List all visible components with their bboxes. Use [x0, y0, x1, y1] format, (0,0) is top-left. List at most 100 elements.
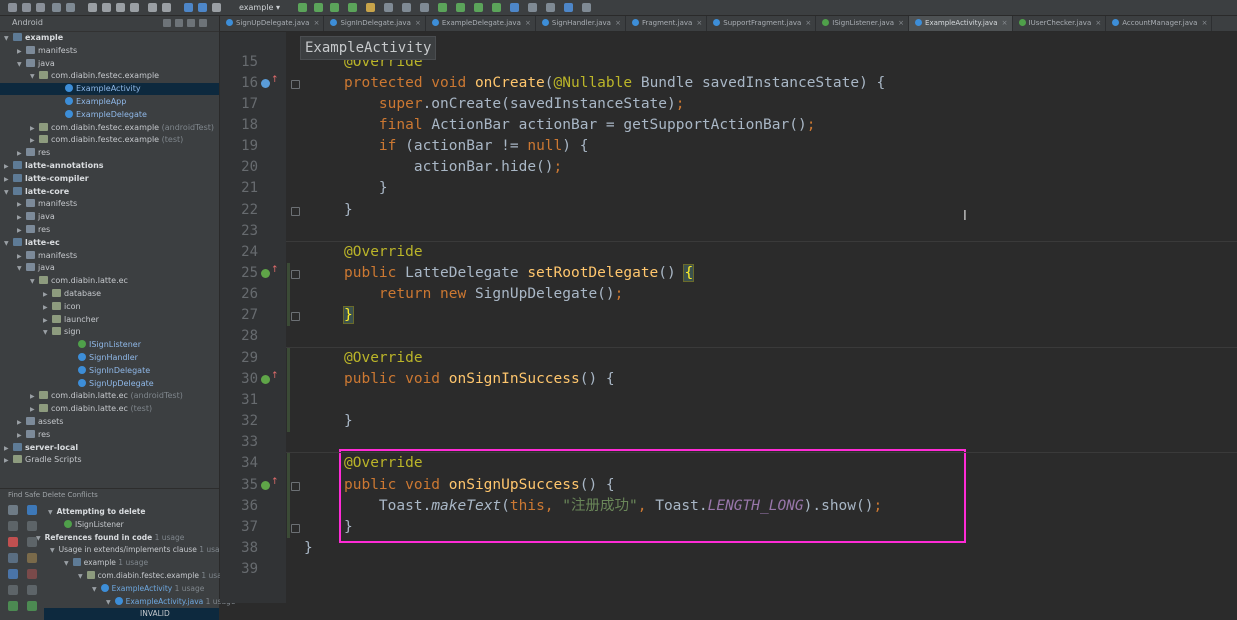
editor-tab[interactable]: Fragment.java × — [626, 16, 708, 31]
gutter-line[interactable]: 19 — [220, 136, 286, 157]
tree-item[interactable]: ▶ assets — [0, 416, 63, 428]
find-result-item[interactable]: ▼ Usage in extends/implements clause 1 us… — [50, 544, 229, 556]
tree-item[interactable]: ▶ manifests — [0, 45, 77, 57]
vcs-change-marker[interactable] — [287, 453, 290, 538]
chevron-down-icon[interactable]: ▼ — [4, 33, 13, 45]
tree-item[interactable]: ▶ launcher — [0, 314, 99, 326]
vcs-change-marker[interactable] — [287, 347, 290, 433]
fold-marker-icon[interactable] — [291, 79, 300, 89]
toolbar-action-icon[interactable] — [348, 3, 357, 12]
fold-marker-icon[interactable] — [291, 481, 300, 491]
tree-item[interactable]: ▼ latte-core — [0, 186, 69, 198]
toolbar-action-icon[interactable] — [184, 3, 193, 12]
gutter-line[interactable]: 34 — [220, 453, 286, 474]
code-line-text[interactable]: public void onSignInSuccess() { — [344, 369, 615, 390]
code-line[interactable] — [286, 390, 1237, 411]
navigate-up-arrow-icon[interactable]: ↑ — [271, 371, 279, 381]
tree-item[interactable]: ▶ com.diabin.festec.example (androidTest) — [0, 122, 214, 134]
gutter-line[interactable]: 21 — [220, 178, 286, 199]
gutter-line[interactable]: 15 — [220, 52, 286, 73]
toolbar-action-icon[interactable] — [402, 3, 411, 12]
close-icon[interactable]: × — [415, 16, 421, 31]
pin-icon[interactable] — [8, 553, 18, 563]
chevron-right-icon[interactable]: ▶ — [17, 148, 26, 160]
toolbar-action-icon[interactable] — [420, 3, 429, 12]
code-line[interactable]: } — [286, 178, 1237, 199]
chevron-right-icon[interactable]: ▶ — [17, 417, 26, 429]
chevron-right-icon[interactable]: ▶ — [43, 315, 52, 327]
code-line[interactable]: protected void onCreate(@Nullable Bundle… — [286, 73, 1237, 94]
tree-item[interactable]: ISignListener — [0, 339, 141, 351]
toolbar-action-icon[interactable] — [66, 3, 75, 12]
editor-tab[interactable]: ISignListener.java × — [816, 16, 910, 31]
tree-item[interactable]: ▶ res — [0, 224, 50, 236]
gutter-line[interactable]: 17 — [220, 94, 286, 115]
filter-icon[interactable] — [27, 553, 37, 563]
gutter-line[interactable]: 23 — [220, 221, 286, 242]
preview-icon[interactable] — [27, 585, 37, 595]
toolbar-action-icon[interactable] — [528, 3, 537, 12]
toolbar-action-icon[interactable] — [546, 3, 555, 12]
chevron-down-icon[interactable]: ▼ — [17, 59, 26, 71]
tree-item[interactable]: ▶ server-local — [0, 442, 78, 454]
tree-item[interactable]: ▶ icon — [0, 301, 81, 313]
settings-icon[interactable] — [27, 569, 37, 579]
tree-item[interactable]: ▶ latte-compiler — [0, 173, 89, 185]
gutter-line[interactable]: 38 — [220, 538, 286, 559]
chevron-down-icon[interactable]: ▼ — [43, 327, 52, 339]
code-line-text[interactable]: actionBar.hide(); — [344, 157, 562, 178]
toolbar-action-icon[interactable] — [582, 3, 591, 12]
editor-tab[interactable]: ExampleActivity.java × — [909, 16, 1013, 31]
tree-item[interactable]: ExampleActivity — [0, 83, 219, 96]
code-line-text[interactable]: } — [344, 200, 353, 221]
tree-item[interactable]: ▶ res — [0, 429, 50, 441]
previous-occurrence-icon[interactable] — [8, 569, 18, 579]
tree-item[interactable]: ▼ java — [0, 262, 55, 274]
code-line-text[interactable]: } — [344, 178, 388, 199]
gutter-line[interactable]: 33 — [220, 432, 286, 453]
tree-item[interactable]: ▼ example — [0, 32, 63, 44]
chevron-right-icon[interactable]: ▶ — [17, 225, 26, 237]
fold-marker-icon[interactable] — [291, 312, 300, 322]
editor-tab[interactable]: SupportFragment.java × — [707, 16, 817, 31]
code-line-text[interactable]: super.onCreate(savedInstanceState); — [344, 94, 685, 115]
implement-method-icon[interactable] — [261, 480, 270, 490]
find-result-item[interactable]: ▼ com.diabin.festec.example 1 usage — [78, 570, 231, 582]
find-result-item[interactable]: ▼ References found in code 1 usage — [36, 532, 184, 544]
code-line[interactable]: super.onCreate(savedInstanceState); — [286, 94, 1237, 115]
fold-marker-icon[interactable] — [291, 523, 300, 533]
tree-item[interactable]: SignInDelegate — [0, 365, 150, 377]
chevron-right-icon[interactable]: ▶ — [4, 455, 13, 467]
gutter-line[interactable]: 32 — [220, 411, 286, 432]
project-view-selector[interactable]: Android — [12, 18, 43, 27]
chevron-down-icon[interactable]: ▼ — [92, 586, 97, 593]
code-line[interactable]: if (actionBar != null) { — [286, 136, 1237, 157]
chevron-down-icon[interactable]: ▼ — [78, 573, 83, 580]
code-line[interactable]: final ActionBar actionBar = getSupportAc… — [286, 115, 1237, 136]
navigate-up-arrow-icon[interactable]: ↑ — [271, 477, 279, 487]
tree-item[interactable]: ▼ java — [0, 58, 55, 70]
target-icon[interactable] — [175, 19, 183, 27]
editor-tab[interactable]: ExampleDelegate.java × — [426, 16, 536, 31]
close-icon[interactable]: × — [615, 16, 621, 31]
chevron-down-icon[interactable]: ▼ — [30, 71, 39, 83]
vcs-change-marker[interactable] — [287, 263, 290, 327]
code-editor[interactable]: 15 16 17 18 19 20 21 22 23 24 25 26 27 28 29 30 31 32 33 34… — [220, 32, 1237, 603]
tree-item[interactable]: ▶ com.diabin.festec.example (test) — [0, 134, 183, 146]
close-icon[interactable]: × — [898, 16, 904, 31]
chevron-right-icon[interactable]: ▶ — [30, 391, 39, 403]
tree-item[interactable]: ▶ Gradle Scripts — [0, 454, 82, 466]
sync-icon[interactable] — [163, 19, 171, 27]
tree-item[interactable]: ▶ latte-annotations — [0, 160, 104, 172]
chevron-down-icon[interactable]: ▼ — [50, 547, 55, 554]
tree-item[interactable]: ▼ latte-ec — [0, 237, 60, 249]
tree-item[interactable]: SignHandler — [0, 352, 138, 364]
chevron-right-icon[interactable]: ▶ — [17, 251, 26, 263]
chevron-right-icon[interactable]: ▶ — [30, 123, 39, 135]
chevron-down-icon[interactable]: ▼ — [4, 187, 13, 199]
rerun-icon[interactable] — [8, 505, 18, 515]
close-icon[interactable]: × — [805, 16, 811, 31]
run-configuration-selector[interactable]: example ▾ — [236, 1, 283, 14]
toolbar-action-icon[interactable] — [162, 3, 171, 12]
tree-item[interactable]: ▶ java — [0, 211, 55, 223]
